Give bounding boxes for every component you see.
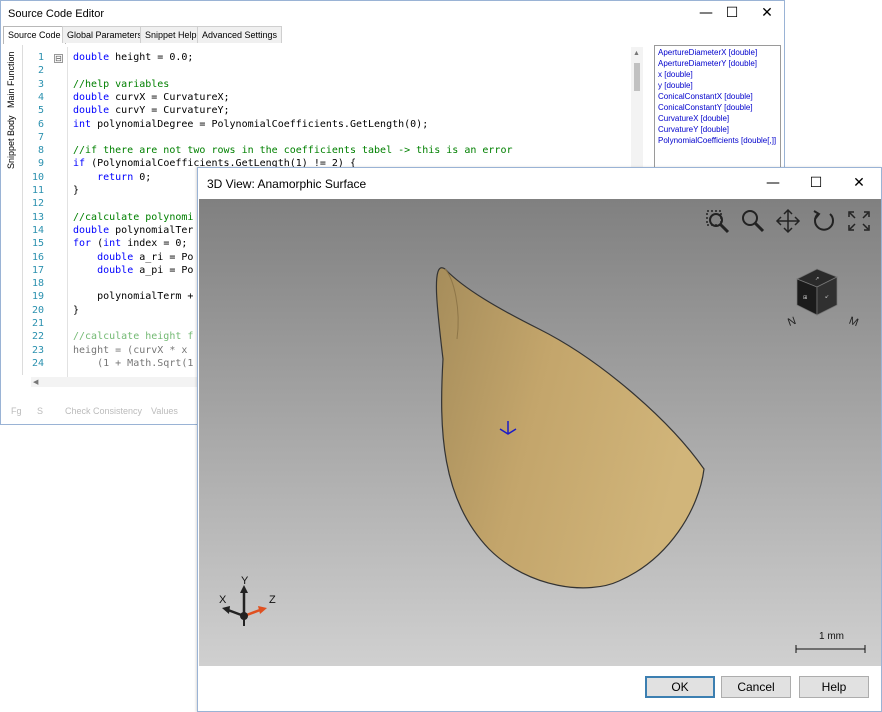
svg-text:⊞: ⊞	[803, 295, 807, 301]
line-number: 15	[31, 238, 44, 250]
line-number: 7	[37, 131, 44, 143]
line-number: 21	[31, 318, 44, 329]
parameter-item[interactable]: ConicalConstantY [double]	[658, 102, 777, 113]
3d-viewport[interactable]: ↗ ⊞ ↙ N M Y X Z 1 mm	[199, 199, 881, 666]
line-number: 3	[37, 78, 44, 90]
line-number: 13	[31, 211, 44, 223]
line-number: 24	[31, 357, 44, 369]
cancel-button[interactable]: Cancel	[721, 676, 791, 698]
tab-source-code[interactable]: Source Code	[3, 26, 66, 44]
parameter-item[interactable]: PolynomialCoefficients [double[,]]	[658, 135, 777, 146]
minimize-button[interactable]: —	[758, 172, 788, 194]
side-tab-main-function[interactable]: Main Function	[6, 51, 16, 108]
zoom-icon[interactable]	[739, 208, 767, 234]
code-line[interactable]: //help variables	[73, 79, 169, 90]
code-line[interactable]: return 0;	[73, 172, 151, 183]
editor-titlebar[interactable]: Source Code Editor — ☐ ✕	[1, 1, 784, 26]
code-line[interactable]: }	[73, 305, 79, 316]
close-button[interactable]: ✕	[844, 172, 874, 194]
code-line[interactable]: double a_ri = Po	[73, 252, 193, 263]
code-line[interactable]: double polynomialTer	[73, 225, 193, 236]
line-number: 18	[31, 278, 44, 290]
rotate-icon[interactable]	[810, 208, 838, 234]
code-line[interactable]: }	[73, 185, 79, 196]
ok-button[interactable]: OK	[645, 676, 715, 698]
scale-bar-label: 1 mm	[819, 631, 844, 642]
line-number: 8	[37, 145, 44, 157]
scroll-thumb[interactable]	[634, 63, 640, 91]
tab-snippet-help[interactable]: Snippet Help	[140, 26, 202, 43]
code-line[interactable]: double curvY = CurvatureY;	[73, 105, 230, 116]
zoom-window-icon[interactable]	[704, 208, 732, 234]
check-consistency-button[interactable]: Check Consistency	[65, 406, 142, 416]
scale-bar	[795, 645, 866, 653]
code-line[interactable]: polynomialTerm +	[73, 291, 193, 302]
code-line[interactable]: double height = 0.0;	[73, 52, 193, 63]
maximize-button[interactable]: ☐	[801, 172, 831, 194]
scroll-left-arrow-icon[interactable]: ◀	[33, 378, 38, 386]
anamorphic-surface[interactable]	[199, 199, 881, 666]
bottom-item-fg[interactable]: Fg	[11, 406, 22, 416]
x-axis-label: X	[219, 594, 227, 606]
code-line[interactable]: double curvX = CurvatureX;	[73, 92, 230, 103]
line-number: 14	[31, 224, 44, 236]
code-line[interactable]: (1 + Math.Sqrt(1	[73, 358, 193, 369]
y-axis-label: Y	[241, 575, 249, 587]
side-tabs: Main Function Snippet Body	[3, 45, 23, 375]
code-line[interactable]: //calculate height f	[73, 331, 193, 342]
line-number: 19	[31, 291, 44, 303]
line-number: 4	[37, 91, 44, 103]
code-line[interactable]: //calculate polynomi	[73, 212, 193, 223]
collapse-toggle-icon[interactable]: ⊟	[54, 54, 63, 63]
line-number: 20	[31, 304, 44, 316]
bottom-item-s[interactable]: S	[37, 406, 43, 416]
code-line[interactable]: double a_pi = Po	[73, 265, 193, 276]
line-number: 5	[37, 105, 44, 117]
maximize-button[interactable]: ☐	[717, 2, 747, 24]
svg-text:↙: ↙	[825, 294, 829, 300]
scroll-up-arrow-icon[interactable]: ▲	[633, 50, 640, 57]
line-number: 9	[37, 158, 44, 170]
help-button[interactable]: Help	[799, 676, 869, 698]
parameter-item[interactable]: ApertureDiameterY [double]	[658, 58, 777, 69]
tab-global-parameters[interactable]: Global Parameters	[62, 26, 148, 43]
line-number: 10	[31, 171, 44, 183]
line-number: 11	[31, 185, 44, 196]
close-button[interactable]: ✕	[752, 2, 782, 24]
line-number: 22	[31, 331, 44, 343]
side-tab-snippet-body[interactable]: Snippet Body	[6, 115, 16, 169]
parameter-item[interactable]: CurvatureX [double]	[658, 113, 777, 124]
3d-view-title: 3D View: Anamorphic Surface	[207, 177, 367, 191]
values-button[interactable]: Values	[151, 406, 178, 416]
line-number: 17	[31, 264, 44, 276]
code-line[interactable]: for (int index = 0;	[73, 238, 187, 249]
parameter-item[interactable]: y [double]	[658, 80, 777, 91]
svg-text:↗: ↗	[815, 276, 819, 282]
3d-view-window: 3D View: Anamorphic Surface — ☐ ✕ ↗ ⊞ ↙ …	[197, 167, 882, 712]
fit-view-icon[interactable]	[845, 208, 873, 234]
line-number: 2	[37, 65, 44, 77]
parameter-item[interactable]: ApertureDiameterX [double]	[658, 47, 777, 58]
editor-title: Source Code Editor	[8, 8, 104, 20]
tab-advanced-settings[interactable]: Advanced Settings	[197, 26, 283, 43]
line-number-gutter: 1 2 3 4 5 6 7 8 9 10 11 12 13 14 15 16 17 18 19 20 21 22 23 24 …	[24, 47, 68, 377]
parameter-item[interactable]: ConicalConstantX [double]	[658, 91, 777, 102]
line-number: 6	[37, 118, 44, 130]
line-number: 16	[31, 251, 44, 263]
line-number: 1	[37, 52, 44, 63]
code-line[interactable]: int polynomialDegree = PolynomialCoeffic…	[73, 119, 428, 130]
code-line[interactable]: //if there are not two rows in the coeff…	[73, 145, 513, 156]
line-number: 12	[31, 198, 44, 210]
parameter-item[interactable]: x [double]	[658, 69, 777, 80]
pan-icon[interactable]	[774, 208, 802, 234]
code-line[interactable]: height = (curvX * x	[73, 345, 187, 356]
parameter-item[interactable]: CurvatureY [double]	[658, 124, 777, 135]
line-number: 23	[31, 344, 44, 356]
z-axis-label: Z	[269, 594, 276, 606]
